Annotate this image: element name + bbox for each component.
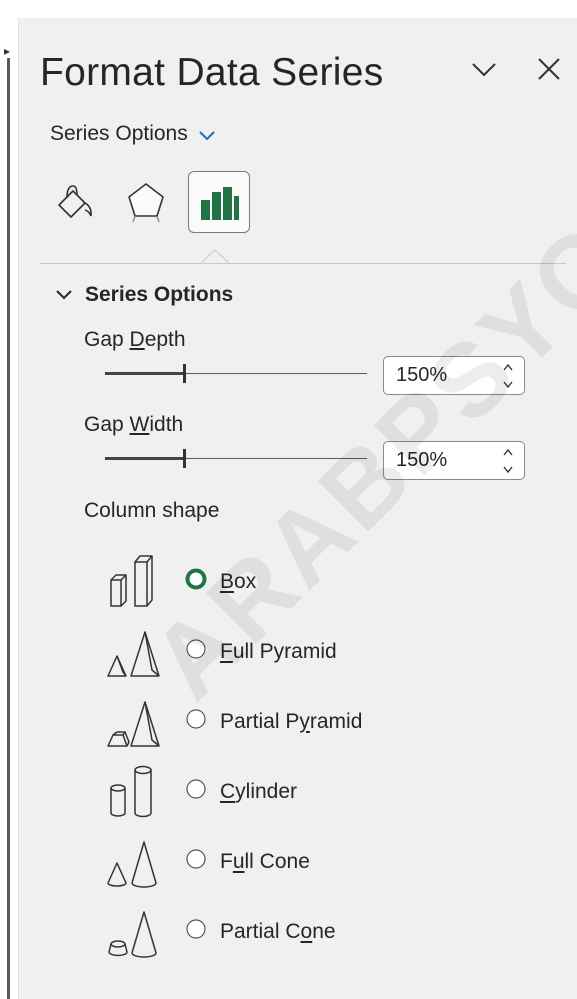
slider-thumb[interactable] bbox=[182, 449, 186, 468]
tab-series-options[interactable] bbox=[188, 171, 250, 233]
section-title: Series Options bbox=[85, 283, 234, 306]
format-data-series-pane: Format Data Series Series Options Series… bbox=[18, 18, 577, 999]
series-options-section-header[interactable]: Series Options bbox=[55, 283, 233, 307]
shape-option-full-pyramid[interactable]: Full Pyramid bbox=[103, 620, 503, 680]
radio-label-full-cone[interactable]: Full Cone bbox=[220, 850, 310, 874]
column-shape-label: Column shape bbox=[84, 499, 220, 522]
shape-option-partial-pyramid[interactable]: Partial Pyramid bbox=[103, 690, 503, 750]
close-icon[interactable] bbox=[534, 54, 564, 84]
gap-depth-slider[interactable] bbox=[105, 363, 367, 385]
cylinder-icon bbox=[110, 765, 152, 818]
spin-down-icon[interactable] bbox=[500, 462, 516, 477]
partial-pyramid-icon bbox=[107, 701, 160, 747]
gap-width-input[interactable] bbox=[396, 449, 486, 472]
radio-cylinder[interactable] bbox=[185, 778, 207, 800]
tab-fill-line[interactable] bbox=[45, 171, 107, 233]
full-pyramid-icon bbox=[107, 631, 160, 677]
bar-chart-icon bbox=[201, 187, 239, 220]
shape-option-cylinder[interactable]: Cylinder bbox=[103, 760, 503, 820]
radio-label-cylinder[interactable]: Cylinder bbox=[220, 780, 297, 804]
shape-option-full-cone[interactable]: Full Cone bbox=[103, 830, 503, 890]
full-cone-icon bbox=[107, 841, 157, 888]
edge-arrow-icon: ▸ bbox=[4, 44, 11, 58]
window-border bbox=[7, 58, 10, 999]
tab-effects[interactable] bbox=[115, 171, 177, 233]
radio-box[interactable] bbox=[185, 568, 207, 590]
partial-cone-icon bbox=[108, 911, 157, 958]
box-shape-icon bbox=[110, 555, 153, 607]
window-edge: ▸ bbox=[0, 0, 14, 999]
radio-label-partial-cone[interactable]: Partial Cone bbox=[220, 920, 336, 944]
chevron-down-icon bbox=[199, 130, 215, 140]
radio-partial-pyramid[interactable] bbox=[185, 708, 207, 730]
slider-fill bbox=[105, 457, 184, 460]
gap-width-slider[interactable] bbox=[105, 448, 367, 470]
radio-label-full-pyramid[interactable]: Full Pyramid bbox=[220, 640, 337, 664]
radio-full-pyramid[interactable] bbox=[185, 638, 207, 660]
gap-width-label: Gap Width bbox=[84, 413, 184, 436]
series-options-dropdown[interactable]: Series Options bbox=[50, 122, 216, 146]
gap-width-spinner[interactable] bbox=[383, 441, 525, 480]
shape-option-partial-cone[interactable]: Partial Cone bbox=[103, 900, 503, 960]
shape-option-box[interactable]: Box bbox=[103, 550, 503, 610]
pentagon-icon bbox=[128, 183, 164, 223]
gap-depth-spinner[interactable] bbox=[383, 356, 525, 395]
tab-divider bbox=[40, 263, 566, 264]
radio-full-cone[interactable] bbox=[185, 848, 207, 870]
spin-up-icon[interactable] bbox=[500, 445, 516, 460]
spin-up-icon[interactable] bbox=[500, 360, 516, 375]
chevron-down-icon bbox=[56, 290, 72, 300]
radio-label-partial-pyramid[interactable]: Partial Pyramid bbox=[220, 710, 362, 734]
spin-down-icon[interactable] bbox=[500, 377, 516, 392]
chevron-down-icon[interactable] bbox=[469, 55, 499, 85]
radio-label-box[interactable]: Box bbox=[220, 570, 256, 594]
gap-depth-input[interactable] bbox=[396, 364, 486, 387]
pane-title: Format Data Series bbox=[40, 51, 384, 94]
gap-depth-label: Gap Depth bbox=[84, 328, 186, 351]
series-options-dropdown-label: Series Options bbox=[50, 122, 188, 145]
slider-fill bbox=[105, 372, 184, 375]
radio-partial-cone[interactable] bbox=[185, 918, 207, 940]
paint-bucket-icon bbox=[58, 185, 92, 218]
slider-thumb[interactable] bbox=[182, 364, 186, 383]
